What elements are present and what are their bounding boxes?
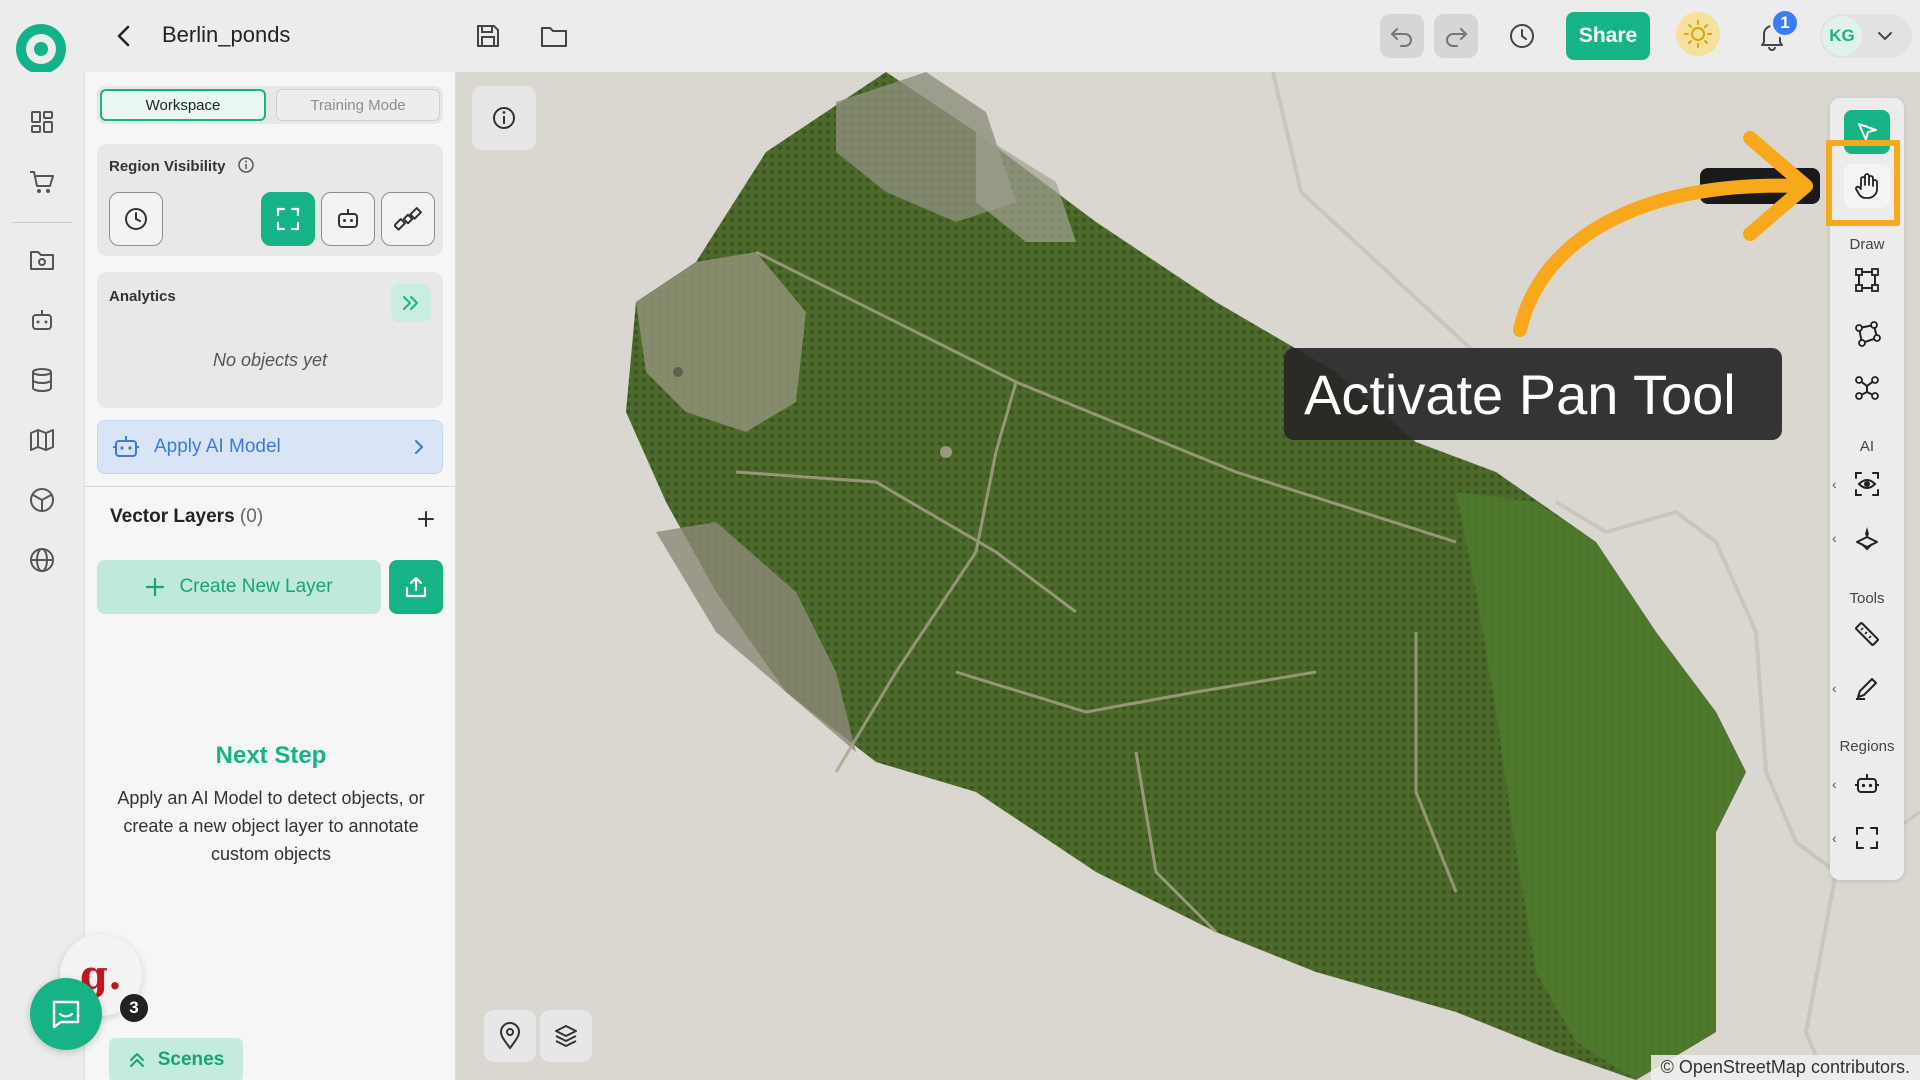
notification-count-badge: 1 — [1770, 8, 1800, 38]
undo-button[interactable] — [1380, 14, 1424, 58]
rail-divider — [12, 222, 72, 223]
save-icon[interactable] — [468, 18, 508, 54]
history-icon[interactable] — [1502, 18, 1542, 54]
tab-training-mode[interactable]: Training Mode — [276, 89, 440, 121]
robot-visibility-button[interactable] — [321, 192, 375, 246]
vector-layers-count: (0) — [239, 506, 264, 527]
apply-ai-label: Apply AI Model — [154, 436, 281, 457]
robot-icon — [1855, 774, 1879, 793]
frame-visibility-button[interactable] — [261, 192, 315, 246]
map-attribution[interactable]: © OpenStreetMap contributors. — [1650, 1055, 1920, 1080]
region-visibility-card: Region Visibility — [97, 144, 443, 256]
add-layer-plus-icon[interactable] — [411, 504, 441, 534]
satellite-visibility-button[interactable] — [381, 192, 435, 246]
chevron-left-icon: ‹ — [1832, 530, 1837, 546]
ruler-icon — [1855, 622, 1879, 646]
chat-launcher-button[interactable] — [30, 978, 102, 1050]
analytics-label: Analytics — [109, 288, 176, 305]
robot-icon — [113, 436, 139, 457]
vector-layers-title: Vector Layers (0) — [110, 506, 263, 528]
chevron-left-icon: ‹ — [1832, 680, 1837, 696]
chevron-right-icon — [415, 440, 424, 454]
dashboard-icon[interactable] — [22, 102, 62, 142]
globe-grid-icon[interactable] — [22, 480, 62, 520]
scenes-label: Scenes — [157, 1049, 225, 1070]
database-icon[interactable] — [22, 360, 62, 400]
keypoints-draw-icon — [1855, 376, 1879, 400]
tab-workspace[interactable]: Workspace — [100, 89, 266, 121]
draw-section-label: Draw — [1849, 236, 1885, 253]
chevron-left-icon: ‹ — [1832, 776, 1837, 792]
orange-arrow-icon — [1513, 131, 1813, 337]
redo-button[interactable] — [1434, 14, 1478, 58]
globe-icon[interactable] — [22, 540, 62, 580]
expand-analytics-button[interactable] — [391, 284, 431, 322]
analytics-empty-text: No objects yet — [212, 350, 328, 370]
create-new-layer-button[interactable]: Create New Layer — [97, 560, 381, 614]
workspace-panel: Workspace Training Mode Region Visibilit… — [84, 72, 457, 1080]
regions-section-label: Regions — [1839, 738, 1895, 755]
vector-layers-label: Vector Layers — [110, 506, 235, 527]
create-layer-label: Create New Layer — [179, 576, 333, 597]
plus-icon — [146, 577, 165, 597]
region-visibility-label: Region Visibility — [109, 158, 226, 175]
draw-points-button[interactable] — [1844, 366, 1890, 410]
top-bar: Berlin_ponds Share 1 KG — [0, 0, 1920, 74]
ai-eye-icon — [1855, 472, 1879, 496]
user-menu[interactable]: KG — [1820, 14, 1912, 58]
project-folder-icon[interactable] — [22, 240, 62, 280]
back-arrow-icon[interactable] — [110, 22, 138, 50]
polygon-draw-icon — [1855, 321, 1881, 347]
ai-segment-icon — [1856, 527, 1878, 551]
region-robot-button[interactable] — [1844, 762, 1890, 806]
info-icon — [493, 107, 515, 129]
location-pin-icon — [499, 1022, 521, 1050]
location-pin-button[interactable] — [484, 1010, 536, 1062]
upload-icon — [405, 576, 427, 598]
layers-icon — [555, 1025, 577, 1047]
layers-button[interactable] — [540, 1010, 592, 1062]
next-step-title: Next Step — [215, 742, 327, 769]
apply-ai-model-button[interactable]: Apply AI Model — [97, 420, 443, 474]
double-chevron-up-icon — [129, 1053, 144, 1067]
robot-icon[interactable] — [22, 300, 62, 340]
upload-layer-button[interactable] — [389, 560, 443, 614]
info-icon[interactable] — [237, 156, 255, 179]
step-callout: Activate Pan Tool — [1284, 348, 1782, 440]
scenes-button[interactable]: Scenes — [109, 1038, 243, 1080]
chat-unread-badge: 3 — [118, 992, 150, 1024]
app-logo[interactable] — [16, 24, 66, 74]
frame-corners-icon — [1856, 827, 1878, 849]
map-info-button[interactable] — [472, 86, 536, 150]
mode-tabs: Workspace Training Mode — [97, 86, 443, 124]
avatar: KG — [1822, 16, 1862, 56]
cart-icon[interactable] — [22, 162, 62, 202]
region-frame-button[interactable] — [1844, 816, 1890, 860]
chevron-left-icon: ‹ — [1832, 476, 1837, 492]
chevron-left-icon: ‹ — [1832, 830, 1837, 846]
chat-icon — [52, 1000, 80, 1029]
ai-section-label: AI — [1859, 438, 1875, 455]
left-nav-rail — [0, 72, 84, 1080]
analytics-card: Analytics No objects yet — [97, 272, 443, 408]
ai-magic-button[interactable] — [1844, 516, 1890, 560]
measure-tool-button[interactable] — [1844, 612, 1890, 656]
chevron-down-icon — [1878, 32, 1892, 41]
draw-rectangle-button[interactable] — [1844, 258, 1890, 302]
share-button[interactable]: Share — [1566, 12, 1650, 60]
time-filter-button[interactable] — [109, 192, 163, 246]
rectangle-draw-icon — [1855, 268, 1879, 292]
next-step-description: Apply an AI Model to detect objects, or … — [117, 788, 425, 864]
map-icon[interactable] — [22, 420, 62, 460]
folder-icon[interactable] — [534, 18, 574, 54]
tools-section-label: Tools — [1849, 590, 1885, 607]
annotate-pen-button[interactable] — [1844, 666, 1890, 710]
project-title: Berlin_ponds — [162, 22, 291, 47]
panel-divider — [85, 486, 457, 487]
pan-tool-highlight — [1826, 140, 1900, 226]
pen-icon — [1856, 678, 1877, 700]
draw-polygon-button[interactable] — [1844, 312, 1890, 356]
theme-toggle-sun-icon[interactable] — [1676, 12, 1720, 56]
ai-detect-button[interactable] — [1844, 462, 1890, 506]
